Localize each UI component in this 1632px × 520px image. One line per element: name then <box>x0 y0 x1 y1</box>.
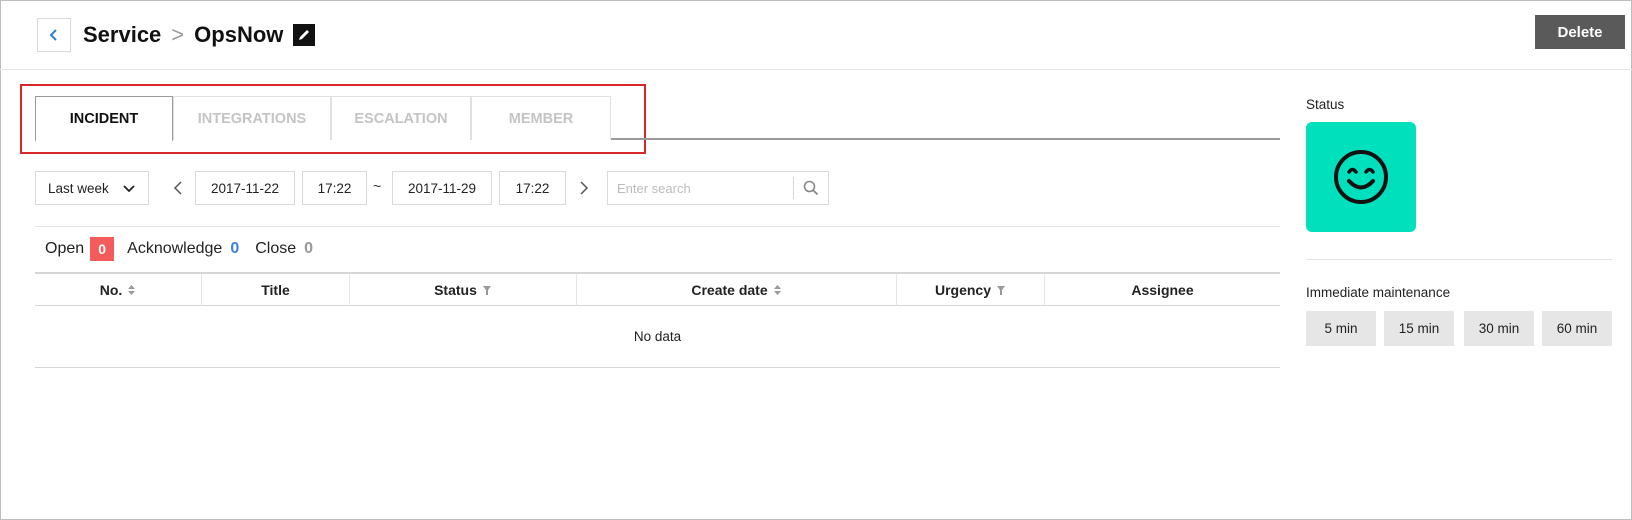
period-select-value: Last week <box>48 180 109 196</box>
close-count[interactable]: 0 <box>304 240 313 258</box>
column-header-label: Assignee <box>1131 282 1194 298</box>
start-time-field[interactable]: 17:22 <box>302 171 367 205</box>
chevron-down-icon <box>123 185 135 193</box>
sort-icon[interactable] <box>773 284 782 296</box>
section-divider <box>35 226 1280 227</box>
back-button[interactable] <box>37 18 71 52</box>
tab-escalation[interactable]: ESCALATION <box>331 96 471 140</box>
breadcrumb: Service > OpsNow <box>83 20 316 50</box>
tab-member[interactable]: MEMBER <box>471 96 611 140</box>
status-label: Status <box>1306 97 1345 112</box>
start-date-field[interactable]: 2017-11-22 <box>195 171 295 205</box>
column-header-label: Create date <box>691 282 768 298</box>
table-empty-state: No data <box>35 306 1280 368</box>
column-header-create-date[interactable]: Create date <box>576 274 896 306</box>
maintenance-label: Immediate maintenance <box>1306 285 1451 300</box>
maintenance-15-min-button[interactable]: 15 min <box>1384 311 1454 346</box>
status-tile <box>1306 122 1416 232</box>
column-header-label: Urgency <box>934 282 992 298</box>
end-date-field[interactable]: 2017-11-29 <box>392 171 492 205</box>
column-header-label: Status <box>434 282 477 298</box>
filter-icon[interactable] <box>996 285 1006 296</box>
breadcrumb-root[interactable]: Service <box>83 22 161 48</box>
previous-period-arrow-icon[interactable] <box>170 180 186 196</box>
range-separator: ~ <box>373 178 382 194</box>
column-header-urgency[interactable]: Urgency <box>896 274 1044 306</box>
acknowledge-count[interactable]: 0 <box>230 240 239 258</box>
filter-icon[interactable] <box>482 285 492 296</box>
period-select[interactable]: Last week <box>35 171 149 205</box>
column-header-no[interactable]: No. <box>35 274 201 306</box>
breadcrumb-separator: > <box>171 22 185 47</box>
sort-icon[interactable] <box>127 284 136 296</box>
panel-divider <box>1306 259 1612 260</box>
tab-bar: INCIDENT INTEGRATIONS ESCALATION MEMBER <box>35 96 1280 142</box>
incident-counts: Open 0 Acknowledge 0 Close 0 <box>45 236 313 262</box>
page-title: OpsNow <box>194 22 284 47</box>
maintenance-30-min-button[interactable]: 30 min <box>1464 311 1534 346</box>
search-box <box>607 171 829 205</box>
delete-button[interactable]: Delete <box>1535 15 1625 49</box>
maintenance-5-min-button[interactable]: 5 min <box>1306 311 1376 346</box>
open-count-badge[interactable]: 0 <box>90 237 115 261</box>
page-header: Service > OpsNow Delete <box>0 0 1632 70</box>
pencil-icon <box>299 30 310 40</box>
search-icon <box>803 180 819 196</box>
open-label: Open <box>45 240 85 257</box>
chevron-left-icon <box>49 29 57 41</box>
smiley-face-icon <box>1334 150 1388 204</box>
maintenance-60-min-button[interactable]: 60 min <box>1542 311 1612 346</box>
end-time-field[interactable]: 17:22 <box>499 171 566 205</box>
edit-title-button[interactable] <box>293 24 316 46</box>
table-header: No. Title Status Create date Urgency Ass… <box>35 272 1280 306</box>
close-label: Close <box>255 240 297 257</box>
incident-table: No. Title Status Create date Urgency Ass… <box>35 272 1280 368</box>
column-header-assignee: Assignee <box>1044 274 1280 306</box>
acknowledge-label: Acknowledge <box>127 240 223 257</box>
column-header-label: No. <box>99 282 123 298</box>
column-header-label: Title <box>261 282 290 298</box>
column-header-status[interactable]: Status <box>349 274 576 306</box>
tab-integrations[interactable]: INTEGRATIONS <box>173 96 331 140</box>
search-button[interactable] <box>794 172 828 204</box>
column-header-title: Title <box>201 274 349 306</box>
search-input[interactable] <box>608 173 794 203</box>
tab-incident[interactable]: INCIDENT <box>35 96 173 142</box>
next-period-arrow-icon[interactable] <box>576 180 592 196</box>
